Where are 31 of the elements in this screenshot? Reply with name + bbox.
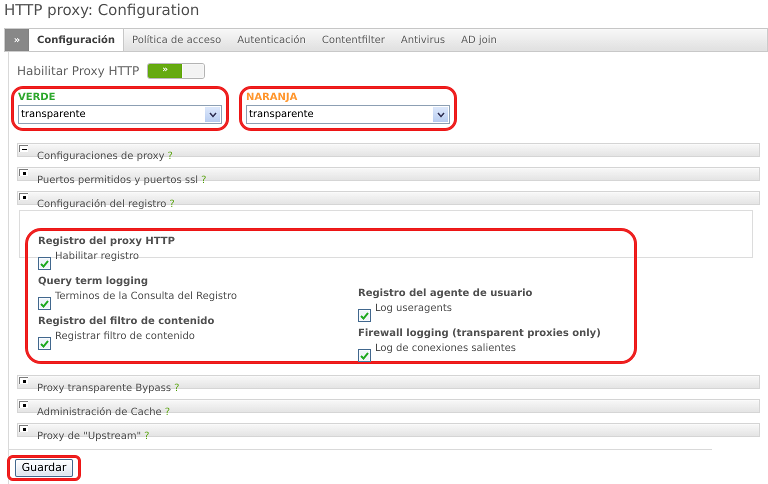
tab[interactable]: Configuración [29,29,124,51]
section-title: Proxy transparente Bypass [37,383,172,395]
section-title: Configuración del registro [37,199,166,211]
dropdown[interactable]: transparente [246,105,450,124]
tab[interactable]: Antivirus [392,29,454,51]
section-title: Configuraciones de proxy [37,151,164,163]
tab[interactable]: Política de acceso [124,29,230,51]
section-title: Administración de Cache [37,407,162,419]
checkbox-label: Habilitar registro [55,251,139,263]
section-title: Proxy de "Upstream" [37,431,142,443]
zone-label: VERDE [18,91,56,105]
tab[interactable]: Contentfilter [314,29,393,51]
checkbox-label: Registrar filtro de contenido [55,331,195,343]
checkbox-label: Log de conexiones salientes [375,343,516,355]
zone-label: NARANJA [246,91,298,105]
dropdown[interactable]: transparente [18,105,222,124]
tab[interactable]: AD join [453,29,505,51]
group-heading: Registro del agente de usuario [358,287,534,301]
page-title: HTTP proxy: Configuration [3,0,200,21]
toggle-switch[interactable]: » [147,63,206,79]
group-heading: Query term logging [38,275,150,289]
save-button[interactable]: Guardar [14,459,74,477]
group-heading: Registro del proxy HTTP [38,235,176,249]
group-heading: Firewall logging (transparent proxies only) [358,327,602,341]
section-title: Puertos permitidos y puertos ssl [37,175,198,187]
group-heading: Registro del filtro de contenido [38,315,216,329]
checkbox-label: Log useragents [375,303,452,315]
option-label: Habilitar Proxy HTTP [17,63,140,80]
menu-toggle[interactable]: » [5,29,29,51]
tab[interactable]: Autenticación [229,29,314,51]
checkbox-label: Terminos de la Consulta del Registro [55,291,237,303]
